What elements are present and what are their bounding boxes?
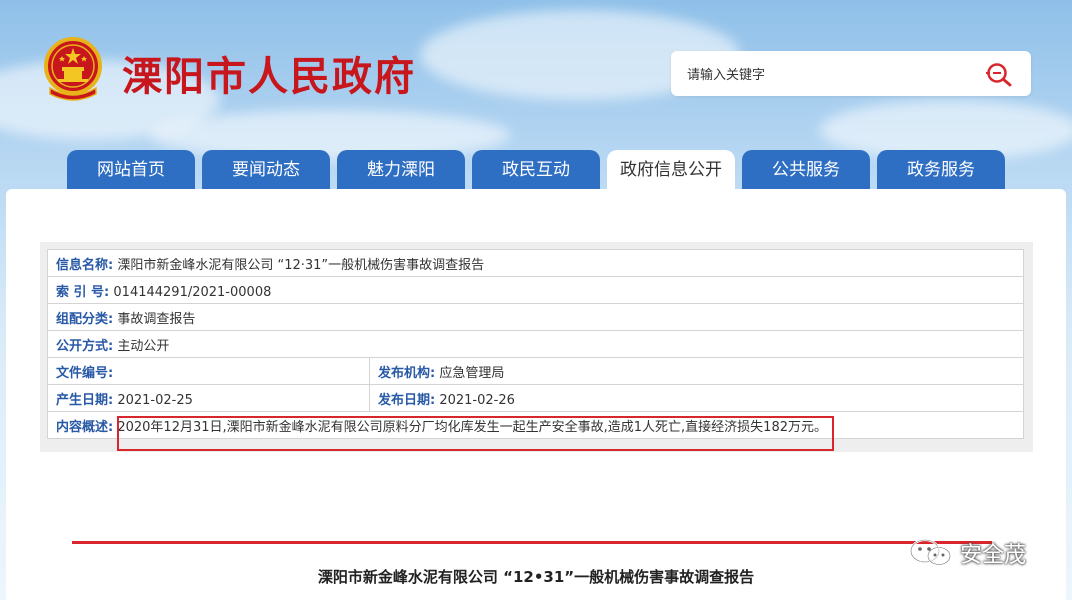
- table-row: 产生日期: 2021-02-25 发布日期: 2021-02-26: [47, 384, 1024, 412]
- created-date-label: 产生日期:: [56, 392, 114, 408]
- search-icon[interactable]: [985, 61, 1013, 87]
- info-metadata-table: 信息名称: 溧阳市新金峰水泥有限公司 “12·31”一般机械伤害事故调查报告 索…: [47, 249, 1024, 439]
- nav-tab-news[interactable]: 要闻动态: [202, 150, 330, 190]
- search-box: [671, 51, 1031, 96]
- nav-tab-interaction[interactable]: 政民互动: [472, 150, 600, 190]
- nav-tab-gov-info[interactable]: 政府信息公开: [607, 150, 735, 190]
- nav-tab-charm-liyang[interactable]: 魅力溧阳: [337, 150, 465, 190]
- watermark-text: 安全茂: [960, 543, 1027, 568]
- nav-tab-public-service[interactable]: 公共服务: [742, 150, 870, 190]
- summary-highlight-box: [117, 416, 834, 451]
- index-number-value: 014144291/2021-00008: [113, 284, 272, 300]
- national-emblem-icon: [44, 37, 102, 101]
- disclosure-mode-value: 主动公开: [117, 338, 170, 354]
- title-divider: [72, 541, 992, 544]
- summary-label: 内容概述:: [56, 419, 114, 435]
- index-number-label: 索 引 号:: [56, 284, 110, 300]
- category-value: 事故调查报告: [117, 311, 196, 327]
- table-row: 索 引 号: 014144291/2021-00008: [47, 276, 1024, 304]
- created-date-value: 2021-02-25: [117, 392, 193, 408]
- article-title: 溧阳市新金峰水泥有限公司 “12•31”一般机械伤害事故调查报告: [317, 568, 755, 586]
- document-number-label: 文件编号:: [56, 365, 114, 381]
- table-row: 公开方式: 主动公开: [47, 330, 1024, 358]
- published-date-value: 2021-02-26: [439, 392, 515, 408]
- nav-tab-gov-service[interactable]: 政务服务: [877, 150, 1005, 190]
- nav-tab-home[interactable]: 网站首页: [67, 150, 195, 190]
- category-label: 组配分类:: [56, 311, 114, 327]
- published-date-label: 发布日期:: [378, 392, 436, 408]
- table-row: 组配分类: 事故调查报告: [47, 303, 1024, 331]
- publishing-org-value: 应急管理局: [439, 365, 505, 381]
- publishing-org-label: 发布机构:: [378, 365, 436, 381]
- site-header: 溧阳市人民政府: [0, 0, 1072, 150]
- info-name-label: 信息名称:: [56, 257, 114, 273]
- disclosure-mode-label: 公开方式:: [56, 338, 114, 354]
- table-row: 文件编号: 发布机构: 应急管理局: [47, 357, 1024, 385]
- info-name-value: 溧阳市新金峰水泥有限公司 “12·31”一般机械伤害事故调查报告: [117, 257, 485, 273]
- main-nav: 网站首页 要闻动态 魅力溧阳 政民互动 政府信息公开 公共服务 政务服务: [0, 150, 1072, 190]
- site-title[interactable]: 溧阳市人民政府: [122, 44, 416, 102]
- wechat-icon: [909, 538, 952, 568]
- table-row: 信息名称: 溧阳市新金峰水泥有限公司 “12·31”一般机械伤害事故调查报告: [47, 249, 1024, 277]
- search-input[interactable]: [685, 63, 979, 87]
